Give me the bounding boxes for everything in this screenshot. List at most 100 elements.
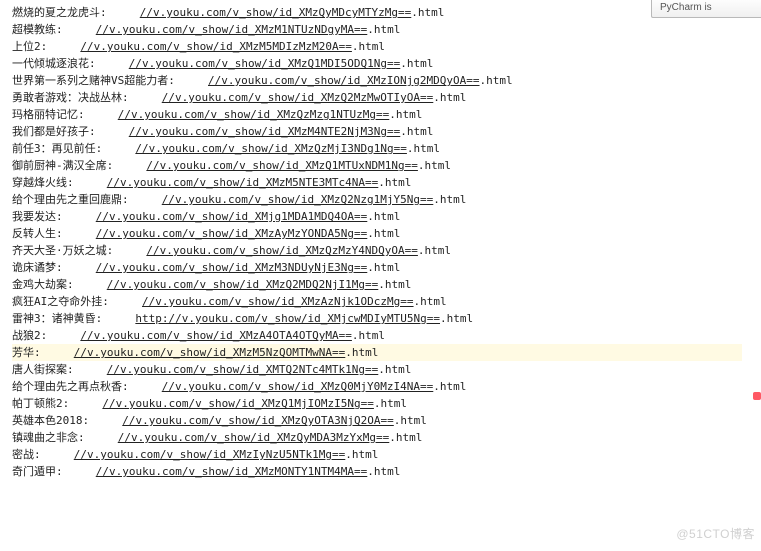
separator: : [63,397,103,410]
line-title: 世界第一系列之赌神VS超能力者 [12,74,168,87]
line-url[interactable]: //v.youku.com/v_show/id_XMzM1NTUzNDgyMA=… [96,23,368,36]
line-url[interactable]: //v.youku.com/v_show/id_XMTQ2NTc4MTk1Ng=… [107,363,379,376]
line-ext: .html [433,91,466,104]
line-ext: .html [407,142,440,155]
ide-hint-button[interactable]: PyCharm is [651,0,761,18]
line-url[interactable]: //v.youku.com/v_show/id_XMzAzNjk1ODczMg=… [142,295,414,308]
line-ext: .html [367,227,400,240]
line-ext: .html [367,210,400,223]
line-title: 密战 [12,448,34,461]
line-title: 给个理由先之再点秋香 [12,380,122,393]
line-title: 穿越烽火线 [12,176,67,189]
line-title: 勇敢者游戏：决战丛林 [12,91,122,104]
line-url[interactable]: //v.youku.com/v_show/id_XMzQ1MjIOMzI5Ng=… [102,397,374,410]
line-ext: .html [389,431,422,444]
line-url[interactable]: //v.youku.com/v_show/id_XMzM5NTE3MTc4NA=… [107,176,379,189]
line-ext: .html [378,278,411,291]
line-title: 玛格丽特记忆 [12,108,78,121]
line-url[interactable]: //v.youku.com/v_show/id_XMzIONjg2MDQyOA=… [208,74,480,87]
line-url[interactable]: //v.youku.com/v_show/id_XMzQyMDA3MzYxMg=… [118,431,390,444]
separator: : [89,57,129,70]
line-url[interactable]: //v.youku.com/v_show/id_XMzAyMzYONDA5Ng=… [96,227,368,240]
output-line: 帕丁顿熊2: //v.youku.com/v_show/id_XMzQ1MjIO… [12,395,761,412]
line-url[interactable]: //v.youku.com/v_show/id_XMzM4NTE2NjM3Ng=… [129,125,401,138]
line-title: 芳华 [12,346,34,359]
separator: : [102,295,142,308]
line-ext: .html [378,176,411,189]
line-ext: .html [411,6,444,19]
output-line: 一代倾城逐浪花: //v.youku.com/v_show/id_XMzQ1MD… [12,55,761,72]
line-url[interactable]: //v.youku.com/v_show/id_XMzM3NDUyNjE3Ng=… [96,261,368,274]
line-url[interactable]: //v.youku.com/v_show/id_XMzQ2MDQ2NjI1Mg=… [107,278,379,291]
line-title: 诡床谲梦 [12,261,56,274]
separator: : [56,227,96,240]
output-line: 穿越烽火线: //v.youku.com/v_show/id_XMzM5NTE3… [12,174,761,191]
separator: : [100,6,140,19]
line-url[interactable]: //v.youku.com/v_show/id_XMzQyOTA3NjQ2OA=… [122,414,394,427]
line-ext: .html [367,23,400,36]
output-line: 世界第一系列之赌神VS超能力者: //v.youku.com/v_show/id… [12,72,761,89]
output-line: 诡床谲梦: //v.youku.com/v_show/id_XMzM3NDUyN… [12,259,761,276]
line-url[interactable]: //v.youku.com/v_show/id_XMzQ2MzMwOTIyOA=… [162,91,434,104]
line-url[interactable]: //v.youku.com/v_show/id_XMzQzMzg1NTUzMg=… [118,108,390,121]
line-ext: .html [400,125,433,138]
output-line: 给个理由先之重回鹿鼎: //v.youku.com/v_show/id_XMzQ… [12,191,761,208]
line-url[interactable]: //v.youku.com/v_show/id_XMzQyMDcyMTYzMg=… [140,6,412,19]
separator: : [41,329,81,342]
line-url[interactable]: //v.youku.com/v_show/id_XMjg1MDA1MDQ4OA=… [96,210,368,223]
line-ext: .html [345,448,378,461]
output-line: 密战: //v.youku.com/v_show/id_XMzIyNzU5NTk… [12,446,761,463]
line-url[interactable]: //v.youku.com/v_show/id_XMzQzMzY4NDQyOA=… [146,244,418,257]
line-url[interactable]: http://v.youku.com/v_show/id_XMjcwMDIyMT… [135,312,440,325]
line-url[interactable]: //v.youku.com/v_show/id_XMzQ0MjY0MzI4NA=… [162,380,434,393]
line-url[interactable]: //v.youku.com/v_show/id_XMzMONTY1NTM4MA=… [96,465,368,478]
line-url[interactable]: //v.youku.com/v_show/id_XMzQ1MDI5ODQ1Ng=… [129,57,401,70]
line-url[interactable]: //v.youku.com/v_show/id_XMzM5MDIzMzM20A=… [80,40,352,53]
separator: : [107,244,147,257]
line-title: 疯狂AI之夺命外挂 [12,295,102,308]
separator: : [96,142,136,155]
separator: : [56,23,96,36]
line-ext: .html [414,295,447,308]
output-line: 勇敢者游戏：决战丛林: //v.youku.com/v_show/id_XMzQ… [12,89,761,106]
line-title: 前任3：再见前任 [12,142,96,155]
line-ext: .html [440,312,473,325]
output-line: 燃烧的夏之龙虎斗: //v.youku.com/v_show/id_XMzQyM… [12,4,761,21]
separator: : [56,210,96,223]
line-url[interactable]: //v.youku.com/v_show/id_XMzQzMjI3NDg1Ng=… [135,142,407,155]
separator: : [122,380,162,393]
line-ext: .html [352,329,385,342]
console-output: 燃烧的夏之龙虎斗: //v.youku.com/v_show/id_XMzQyM… [0,0,761,480]
line-title: 御前厨神-满汉全席 [12,159,107,172]
line-url[interactable]: //v.youku.com/v_show/id_XMzM5NzQOMTMwNA=… [74,346,346,359]
line-url[interactable]: //v.youku.com/v_show/id_XMzQ1MTUxNDM1Ng=… [146,159,418,172]
watermark: @51CTO博客 [676,526,755,543]
line-url[interactable]: //v.youku.com/v_show/id_XMzQ2Nzg1MjY5Ng=… [162,193,434,206]
separator: : [122,91,162,104]
line-title: 超模教练 [12,23,56,36]
output-line: 疯狂AI之夺命外挂: //v.youku.com/v_show/id_XMzAz… [12,293,761,310]
line-url[interactable]: //v.youku.com/v_show/id_XMzIyNzU5NTk1Mg=… [74,448,346,461]
output-line: 反转人生: //v.youku.com/v_show/id_XMzAyMzYON… [12,225,761,242]
line-ext: .html [378,363,411,376]
line-ext: .html [394,414,427,427]
line-url[interactable]: //v.youku.com/v_show/id_XMzA4OTA4OTQyMA=… [80,329,352,342]
line-ext: .html [433,193,466,206]
scrollbar-marker[interactable] [753,392,761,400]
output-line: 唐人街探案: //v.youku.com/v_show/id_XMTQ2NTc4… [12,361,761,378]
line-ext: .html [400,57,433,70]
separator: : [34,346,74,359]
output-line: 芳华: //v.youku.com/v_show/id_XMzM5NzQOMTM… [12,344,742,361]
line-ext: .html [367,261,400,274]
separator: : [67,278,107,291]
output-line: 我们都是好孩子: //v.youku.com/v_show/id_XMzM4NT… [12,123,761,140]
line-title: 一代倾城逐浪花 [12,57,89,70]
line-title: 上位2 [12,40,41,53]
line-title: 镇魂曲之非念 [12,431,78,444]
separator: : [122,193,162,206]
line-ext: .html [374,397,407,410]
separator: : [41,40,81,53]
separator: : [78,431,118,444]
line-title: 奇门遁甲 [12,465,56,478]
separator: : [168,74,208,87]
